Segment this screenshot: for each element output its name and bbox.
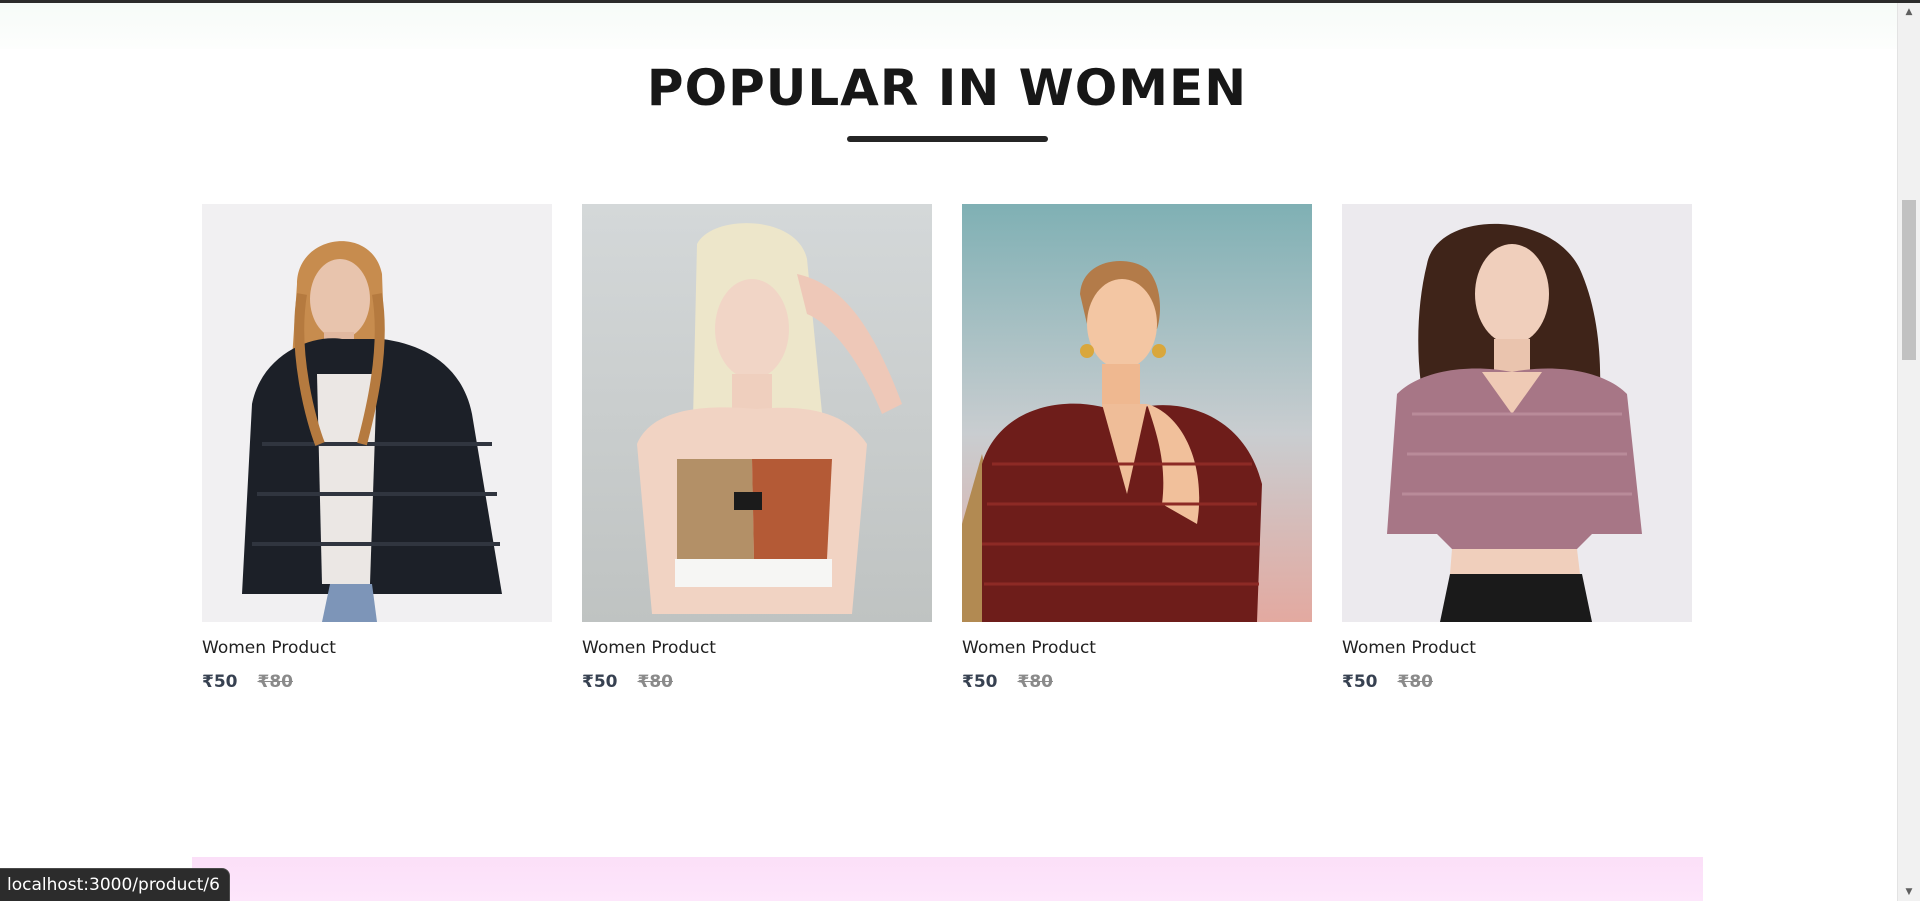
woman-mauve-top-image	[1342, 204, 1692, 622]
offers-banner-top	[192, 857, 1703, 901]
product-name[interactable]: Women Product	[582, 638, 932, 658]
product-image[interactable]	[582, 204, 932, 622]
page: POPULAR IN WOMEN Women Product ₹50 ₹80 W…	[0, 0, 1920, 901]
old-price: ₹80	[637, 672, 674, 692]
new-price: ₹50	[582, 672, 618, 692]
old-price: ₹80	[1397, 672, 1434, 692]
product-image[interactable]	[1342, 204, 1692, 622]
title-underline	[847, 136, 1048, 142]
new-price: ₹50	[202, 672, 238, 692]
woman-crop-top-image	[582, 204, 932, 622]
scroll-up-icon[interactable]: ▲	[1898, 3, 1920, 21]
scroll-down-icon[interactable]: ▼	[1898, 883, 1920, 901]
product-card[interactable]: Women Product ₹50 ₹80	[1342, 204, 1692, 692]
product-grid: Women Product ₹50 ₹80 Women Product ₹50 …	[202, 204, 1692, 692]
product-image[interactable]	[202, 204, 552, 622]
product-card[interactable]: Women Product ₹50 ₹80	[582, 204, 932, 692]
section-title: POPULAR IN WOMEN	[646, 59, 1248, 117]
product-card[interactable]: Women Product ₹50 ₹80	[202, 204, 552, 692]
scroll-thumb[interactable]	[1902, 200, 1916, 360]
link-status-bar: localhost:3000/product/6	[0, 868, 230, 901]
woman-fur-jacket-image	[202, 204, 552, 622]
old-price: ₹80	[1017, 672, 1054, 692]
new-price: ₹50	[962, 672, 998, 692]
price-row: ₹50 ₹80	[582, 672, 932, 692]
woman-red-dress-image	[962, 204, 1312, 622]
product-name[interactable]: Women Product	[1342, 638, 1692, 658]
product-image[interactable]	[962, 204, 1312, 622]
old-price: ₹80	[257, 672, 294, 692]
product-name[interactable]: Women Product	[202, 638, 552, 658]
price-row: ₹50 ₹80	[1342, 672, 1692, 692]
new-price: ₹50	[1342, 672, 1378, 692]
price-row: ₹50 ₹80	[962, 672, 1312, 692]
previous-section-bottom	[0, 3, 1898, 49]
price-row: ₹50 ₹80	[202, 672, 552, 692]
product-name[interactable]: Women Product	[962, 638, 1312, 658]
vertical-scrollbar[interactable]: ▲ ▼	[1897, 3, 1920, 901]
product-card[interactable]: Women Product ₹50 ₹80	[962, 204, 1312, 692]
